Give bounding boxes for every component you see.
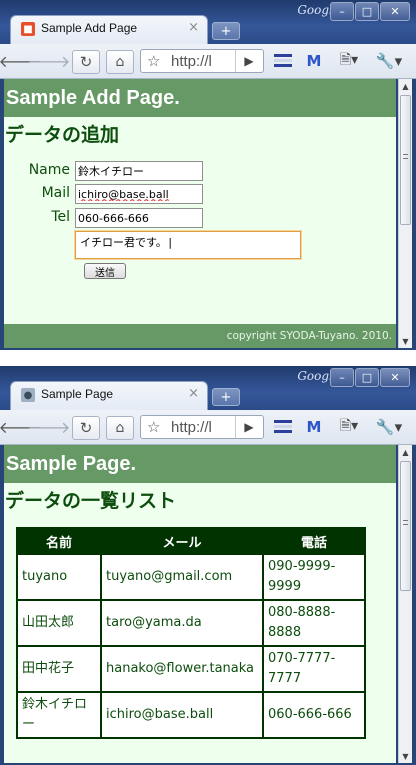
gmail-icon[interactable]: M <box>303 416 325 438</box>
mail-label: Mail <box>41 185 70 201</box>
maximize-button[interactable]: □ <box>355 368 379 387</box>
scroll-up-arrow-icon[interactable]: ▲ <box>399 445 412 459</box>
title-bar: Google – □ ✕ ■ Sample Add Page × + <box>0 0 416 44</box>
scroll-down-arrow-icon[interactable]: ▼ <box>399 334 412 348</box>
wrench-menu-icon[interactable]: 🔧▾ <box>372 50 406 72</box>
forward-arrow-icon[interactable]: 🡒 <box>28 50 71 72</box>
cell-tel: 080-8888-8888 <box>262 599 366 647</box>
name-field[interactable] <box>75 161 203 181</box>
new-tab-button[interactable]: + <box>212 22 240 40</box>
minimize-button[interactable]: – <box>330 368 354 387</box>
scroll-up-arrow-icon[interactable]: ▲ <box>399 79 412 93</box>
message-textarea[interactable]: イチロー君です。| <box>75 231 301 259</box>
close-window-button[interactable]: ✕ <box>380 368 410 387</box>
table-row: tuyano tuyano@gmail.com 090-9999-9999 <box>16 553 366 601</box>
home-icon[interactable]: ⌂ <box>106 50 134 74</box>
page-content: Sample Add Page. データの追加 Name Mail Tel イチ… <box>4 79 396 348</box>
page-menu-icon[interactable]: 🗎▾ <box>336 50 362 72</box>
tel-field[interactable] <box>75 208 203 228</box>
wrench-menu-icon[interactable]: 🔧▾ <box>372 416 406 438</box>
forward-arrow-icon[interactable]: 🡒 <box>28 416 71 438</box>
table-row: 山田太郎 taro@yama.da 080-8888-8888 <box>16 599 366 647</box>
page-header: Sample Add Page. <box>4 79 396 117</box>
cell-name: tuyano <box>16 553 102 601</box>
column-header-tel: 電話 <box>262 527 366 555</box>
cell-name: 山田太郎 <box>16 599 102 647</box>
mail-field[interactable] <box>75 184 203 204</box>
extension-icon[interactable] <box>274 54 292 68</box>
cell-tel: 070-7777-7777 <box>262 645 366 693</box>
submit-button[interactable]: 送信 <box>84 263 126 279</box>
maximize-button[interactable]: □ <box>355 2 379 21</box>
scrollbar-thumb[interactable] <box>400 95 411 225</box>
omnibox[interactable]: ☆ ▶ <box>140 49 264 73</box>
page-header: Sample Page. <box>4 445 396 483</box>
tab-close-icon[interactable]: × <box>188 20 199 35</box>
page-favicon-icon: ● <box>21 388 35 402</box>
page-subtitle: データの一覧リスト <box>5 490 177 512</box>
cell-tel: 060-666-666 <box>262 691 366 739</box>
bookmark-star-icon[interactable]: ☆ <box>147 418 160 436</box>
cell-name: 鈴木イチロー <box>16 691 102 739</box>
tab-close-icon[interactable]: × <box>188 386 199 401</box>
window-controls: – □ ✕ <box>330 368 410 387</box>
table-row: 鈴木イチロー ichiro@base.ball 060-666-666 <box>16 691 366 739</box>
vertical-scrollbar[interactable]: ▲ ▼ <box>398 79 412 348</box>
column-header-mail: メール <box>100 527 264 555</box>
cell-tel: 090-9999-9999 <box>262 553 366 601</box>
tel-label: Tel <box>51 209 70 225</box>
page-menu-icon[interactable]: 🗎▾ <box>336 416 362 438</box>
page-favicon-icon: ■ <box>21 22 35 36</box>
cell-name: 田中花子 <box>16 645 102 693</box>
gmail-icon[interactable]: M <box>303 50 325 72</box>
bookmark-star-icon[interactable]: ☆ <box>147 52 160 70</box>
tab-sample-add-page[interactable]: ■ Sample Add Page × <box>10 15 208 44</box>
extension-icon[interactable] <box>274 420 292 434</box>
reload-icon[interactable]: ↻ <box>72 416 100 440</box>
browser-toolbar: 🡐 🡒 ↻ ⌂ ☆ ▶ M 🗎▾ 🔧▾ <box>0 44 416 79</box>
address-input[interactable] <box>171 52 229 70</box>
column-header-name: 名前 <box>16 527 102 555</box>
omnibox[interactable]: ☆ ▶ <box>140 415 264 439</box>
page-footer: copyright SYODA-Tuyano. 2010. <box>4 324 396 348</box>
new-tab-button[interactable]: + <box>212 388 240 406</box>
title-bar: Google – □ ✕ ● Sample Page × + <box>0 366 416 410</box>
page-content: Sample Page. データの一覧リスト 名前 メール 電話 tuyano … <box>4 445 396 763</box>
go-arrow-icon[interactable]: ▶ <box>235 50 262 72</box>
home-icon[interactable]: ⌂ <box>106 416 134 440</box>
tab-title: Sample Page <box>41 387 114 401</box>
cell-mail: ichiro@base.ball <box>100 691 264 739</box>
reload-icon[interactable]: ↻ <box>72 50 100 74</box>
browser-window-list: Google – □ ✕ ● Sample Page × + 🡐 🡒 ↻ ⌂ ☆… <box>0 366 416 765</box>
address-input[interactable] <box>171 418 229 436</box>
cell-mail: tuyano@gmail.com <box>100 553 264 601</box>
cell-mail: taro@yama.da <box>100 599 264 647</box>
name-label: Name <box>28 162 70 178</box>
page-subtitle: データの追加 <box>5 124 120 146</box>
tab-sample-page[interactable]: ● Sample Page × <box>10 381 208 410</box>
data-table: 名前 メール 電話 tuyano tuyano@gmail.com 090-99… <box>16 527 366 739</box>
go-arrow-icon[interactable]: ▶ <box>235 416 262 438</box>
window-controls: – □ ✕ <box>330 2 410 21</box>
close-window-button[interactable]: ✕ <box>380 2 410 21</box>
scrollbar-thumb[interactable] <box>400 461 411 591</box>
table-header-row: 名前 メール 電話 <box>16 527 366 555</box>
scroll-down-arrow-icon[interactable]: ▼ <box>399 749 412 763</box>
table-row: 田中花子 hanako@flower.tanaka 070-7777-7777 <box>16 645 366 693</box>
cell-mail: hanako@flower.tanaka <box>100 645 264 693</box>
browser-window-add: Google – □ ✕ ■ Sample Add Page × + 🡐 🡒 ↻… <box>0 0 416 350</box>
browser-toolbar: 🡐 🡒 ↻ ⌂ ☆ ▶ M 🗎▾ 🔧▾ <box>0 410 416 445</box>
tab-title: Sample Add Page <box>41 21 138 35</box>
minimize-button[interactable]: – <box>330 2 354 21</box>
vertical-scrollbar[interactable]: ▲ ▼ <box>398 445 412 763</box>
